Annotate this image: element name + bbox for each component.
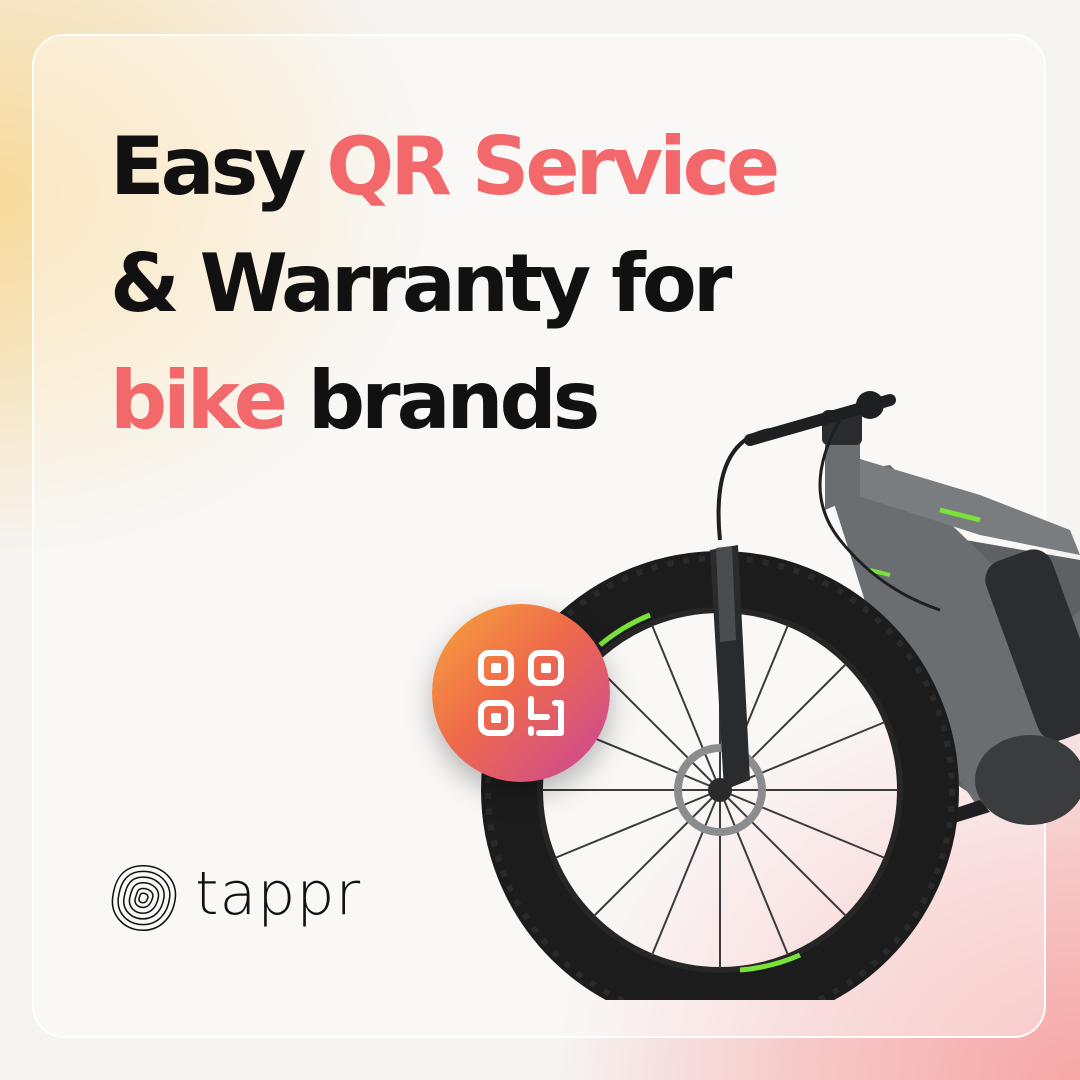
brand-logo: tappr [105, 860, 361, 936]
tappr-logo-icon [111, 864, 177, 932]
headline-accent-bike: bike [110, 354, 288, 447]
headline-line1: Easy QR Service [110, 120, 780, 213]
brand-name: tappr [195, 859, 362, 929]
headline-accent-qr-service: QR Service [326, 120, 780, 213]
qr-code-icon [478, 650, 564, 736]
headline-line2: & Warranty for [110, 237, 732, 330]
qr-code-badge [432, 604, 610, 782]
